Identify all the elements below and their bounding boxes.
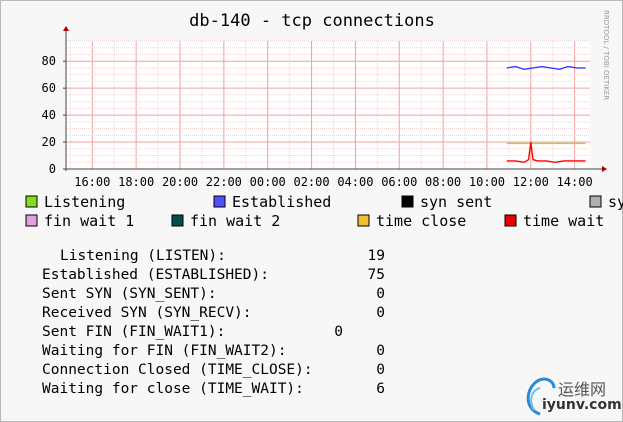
plot-area: 0 20 40 60 80 16:00 18:00 20:00 22:00 00:00 02:00 0… xyxy=(42,26,607,189)
legend-label: time close xyxy=(376,212,466,230)
stat-value: 0 xyxy=(376,305,385,321)
x-tick-label: 18:00 xyxy=(118,175,154,189)
legend-label: syn sent xyxy=(420,193,492,211)
y-tick-label: 20 xyxy=(42,135,56,149)
x-tick-label: 14:00 xyxy=(557,175,593,189)
stat-row: Listening (LISTEN): 19 xyxy=(0,248,623,267)
y-tick-label: 60 xyxy=(42,81,56,95)
x-tick-label: 08:00 xyxy=(425,175,461,189)
x-tick-label: 20:00 xyxy=(162,175,198,189)
x-tick-label: 12:00 xyxy=(513,175,549,189)
rrdtool-watermark: RRDTOOL / TOBI OETIKER xyxy=(602,10,610,100)
legend-swatch xyxy=(357,214,370,227)
chart-title: db-140 - tcp connections xyxy=(189,11,435,31)
legend-swatch xyxy=(25,195,38,208)
legend-swatch xyxy=(25,214,38,227)
stat-label: Sent FIN (FIN_WAIT1): xyxy=(42,324,226,340)
stat-value: 75 xyxy=(367,267,385,283)
stat-label: Connection Closed (TIME_CLOSE): xyxy=(42,362,313,378)
y-tick-label: 0 xyxy=(49,162,56,176)
tcp-connections-chart: db-140 - tcp connections RRDTOOL / TOBI … xyxy=(25,10,623,230)
y-tick-label: 80 xyxy=(42,54,56,68)
legend-swatch xyxy=(213,195,226,208)
legend-label: Listening xyxy=(44,193,125,211)
stat-label: Listening (LISTEN): xyxy=(60,248,226,264)
legend-label: fin wait 1 xyxy=(44,212,134,230)
stat-label: Waiting for close (TIME_WAIT): xyxy=(42,381,304,397)
stat-row: Sent SYN (SYN_SENT): 0 xyxy=(0,286,623,305)
stat-label: Sent SYN (SYN_SENT): xyxy=(42,286,217,302)
x-tick-label: 06:00 xyxy=(381,175,417,189)
stat-row: Received SYN (SYN_RECV): 0 xyxy=(0,305,623,324)
x-tick-label: 02:00 xyxy=(293,175,329,189)
plot-background xyxy=(66,41,590,169)
stat-label: Received SYN (SYN_RECV): xyxy=(42,305,252,321)
stat-label: Established (ESTABLISHED): xyxy=(42,267,269,283)
x-tick-label: 22:00 xyxy=(206,175,242,189)
legend-label: fin wait 2 xyxy=(190,212,280,230)
stat-row: Sent FIN (FIN_WAIT1): 0 xyxy=(0,324,623,343)
x-axis-arrow-icon xyxy=(602,166,607,172)
x-tick-label: 04:00 xyxy=(337,175,373,189)
legend-label: time wait xyxy=(523,212,604,230)
site-logo: 运维网 iyunv.com xyxy=(520,370,622,420)
legend-swatch xyxy=(589,195,602,208)
legend-swatch xyxy=(171,214,184,227)
logo-text-en: iyunv.com xyxy=(542,397,622,413)
y-tick-label: 40 xyxy=(42,108,56,122)
stat-value: 19 xyxy=(367,248,385,264)
legend: Listening Established syn sent sy fin wait 1… xyxy=(25,193,623,230)
stat-value: 6 xyxy=(376,381,385,397)
legend-label: Established xyxy=(232,193,331,211)
legend-label: sy xyxy=(608,193,623,211)
legend-swatch xyxy=(504,214,517,227)
stat-row: Waiting for FIN (FIN_WAIT2): 0 xyxy=(0,343,623,362)
stat-value: 0 xyxy=(334,324,343,340)
legend-swatch xyxy=(401,195,414,208)
stat-row: Established (ESTABLISHED): 75 xyxy=(0,267,623,286)
stat-value: 0 xyxy=(376,362,385,378)
x-tick-label: 16:00 xyxy=(74,175,110,189)
x-tick-label: 10:00 xyxy=(469,175,505,189)
stat-value: 0 xyxy=(376,286,385,302)
y-axis-arrow-icon xyxy=(63,26,69,31)
x-tick-label: 00:00 xyxy=(250,175,286,189)
stat-label: Waiting for FIN (FIN_WAIT2): xyxy=(42,343,287,359)
stat-value: 0 xyxy=(376,343,385,359)
